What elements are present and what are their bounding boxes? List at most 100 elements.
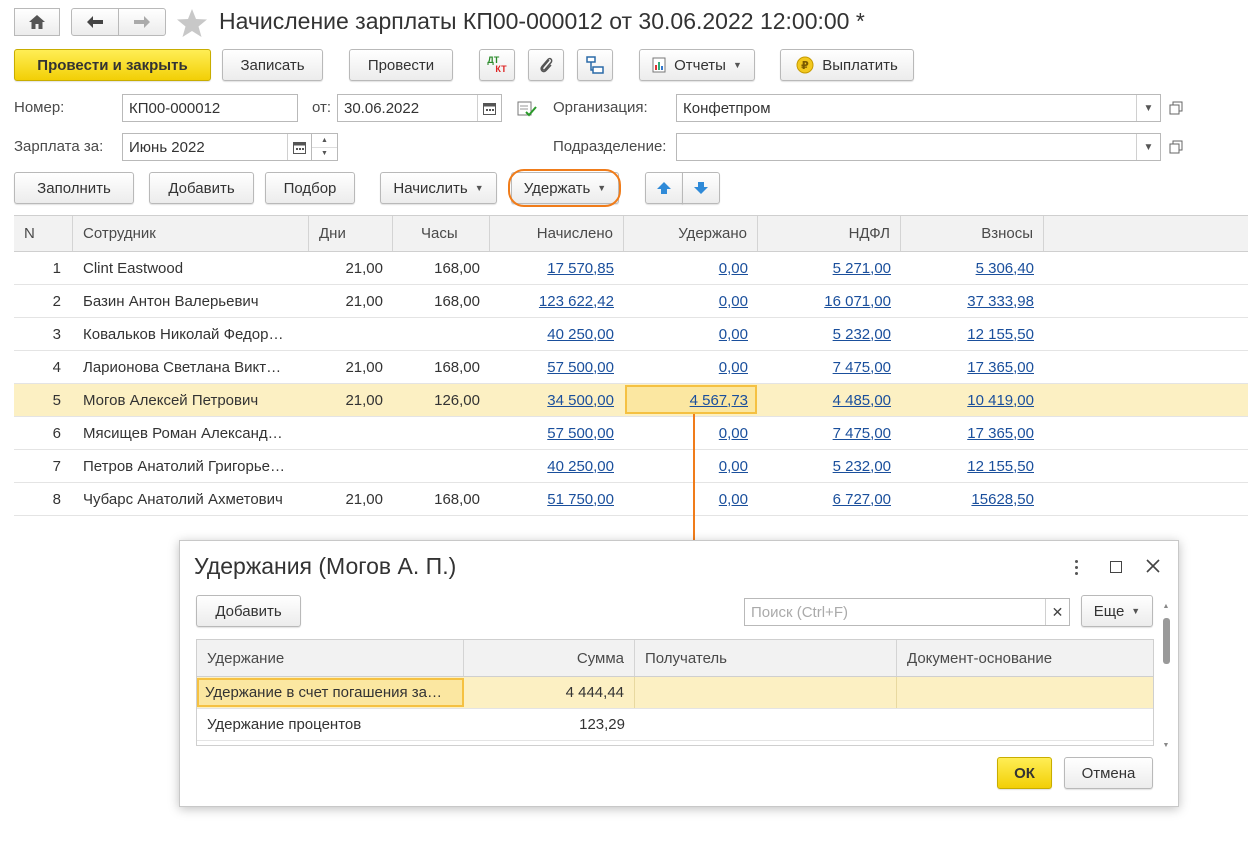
column-header-days[interactable]: Дни [309, 216, 393, 251]
cell-contributions[interactable]: 12 155,50 [901, 318, 1044, 350]
add-row-button[interactable]: Добавить [149, 172, 254, 204]
post-and-close-button[interactable]: Провести и закрыть [14, 49, 211, 81]
cell-ndfl-value[interactable]: 5 271,00 [833, 260, 891, 277]
cell-contributions-value[interactable]: 12 155,50 [967, 326, 1034, 343]
salary-period-field[interactable]: Июнь 2022 [122, 133, 312, 161]
select-button[interactable]: Подбор [265, 172, 355, 204]
cell-ndfl-value[interactable]: 5 232,00 [833, 458, 891, 475]
cell-withheld-value[interactable]: 0,00 [719, 458, 748, 475]
scroll-down-icon[interactable]: ▼ [1160, 742, 1172, 749]
cell-accrued-value[interactable]: 57 500,00 [547, 359, 614, 376]
column-header-employee[interactable]: Сотрудник [73, 216, 309, 251]
cell-accrued[interactable]: 57 500,00 [490, 417, 624, 449]
open-organization-icon[interactable] [1165, 97, 1187, 119]
forward-button[interactable] [118, 8, 166, 36]
cell-recipient[interactable] [635, 709, 897, 740]
dialog-search-input[interactable]: Поиск (Ctrl+F) ✕ [744, 598, 1070, 626]
cell-ndfl[interactable]: 7 475,00 [758, 351, 901, 383]
chevron-down-icon[interactable]: ▼ [1136, 95, 1160, 121]
back-button[interactable] [71, 8, 119, 36]
cell-ndfl-value[interactable]: 6 727,00 [833, 491, 891, 508]
cell-accrued[interactable]: 34 500,00 [490, 384, 624, 416]
cell-ndfl[interactable]: 5 232,00 [758, 450, 901, 482]
cell-withheld[interactable]: 0,00 [624, 252, 758, 284]
ok-button[interactable]: ОК [997, 757, 1052, 789]
cell-base-document[interactable] [897, 677, 1153, 708]
close-icon[interactable] [1146, 559, 1160, 573]
chevron-down-icon[interactable]: ▼ [312, 148, 337, 161]
column-header-withheld[interactable]: Удержано [624, 216, 758, 251]
document-check-icon[interactable] [516, 98, 538, 120]
cell-ndfl-value[interactable]: 5 232,00 [833, 326, 891, 343]
cell-contributions-value[interactable]: 17 365,00 [967, 425, 1034, 442]
cell-accrued[interactable]: 40 250,00 [490, 450, 624, 482]
cell-accrued-value[interactable]: 123 622,42 [539, 293, 614, 310]
cell-withholding[interactable]: Удержание в счет погашения за… [197, 678, 464, 707]
scrollbar-thumb[interactable] [1162, 618, 1170, 664]
cell-base-document[interactable] [897, 709, 1153, 740]
cell-contributions-value[interactable]: 5 306,40 [976, 260, 1034, 277]
cell-ndfl[interactable]: 5 232,00 [758, 318, 901, 350]
period-stepper[interactable]: ▲ ▼ [312, 133, 338, 161]
cell-withheld[interactable]: 0,00 [624, 318, 758, 350]
column-header-contributions[interactable]: Взносы [901, 216, 1044, 251]
cell-contributions[interactable]: 15628,50 [901, 483, 1044, 515]
cell-withheld-value[interactable]: 4 567,73 [690, 392, 748, 409]
save-button[interactable]: Записать [222, 49, 323, 81]
cell-accrued-value[interactable]: 17 570,85 [547, 260, 614, 277]
move-up-button[interactable] [645, 172, 683, 204]
scroll-up-icon[interactable]: ▲ [1160, 603, 1172, 610]
number-field[interactable]: КП00-000012 [122, 94, 298, 122]
cell-withheld-value[interactable]: 0,00 [719, 491, 748, 508]
column-header-n[interactable]: N [14, 216, 73, 251]
clear-search-icon[interactable]: ✕ [1045, 599, 1069, 625]
cell-ndfl[interactable]: 6 727,00 [758, 483, 901, 515]
pay-button[interactable]: ₽ Выплатить [780, 49, 914, 81]
column-header-base-document[interactable]: Документ-основание [897, 640, 1153, 676]
cell-contributions-value[interactable]: 12 155,50 [967, 458, 1034, 475]
cell-sum[interactable]: 123,29 [464, 709, 635, 740]
column-header-sum[interactable]: Сумма [464, 640, 635, 676]
cell-accrued-value[interactable]: 51 750,00 [547, 491, 614, 508]
column-header-recipient[interactable]: Получатель [635, 640, 897, 676]
cell-withheld-value[interactable]: 0,00 [719, 359, 748, 376]
column-header-ndfl[interactable]: НДФЛ [758, 216, 901, 251]
dialog-more-button[interactable]: Еще ▼ [1081, 595, 1153, 627]
chevron-down-icon[interactable]: ▼ [1136, 134, 1160, 160]
table-row[interactable]: 8 Чубарс Анатолий Ахметович 21,00 168,00 51 … [14, 483, 1248, 516]
cancel-button[interactable]: Отмена [1064, 757, 1153, 789]
cell-withheld[interactable]: 0,00 [624, 285, 758, 317]
cell-ndfl-value[interactable]: 4 485,00 [833, 392, 891, 409]
table-row[interactable]: 3 Ковальков Николай Федор… 40 250,00 0,00 5 … [14, 318, 1248, 351]
cell-contributions[interactable]: 17 365,00 [901, 351, 1044, 383]
dt-kt-button[interactable]: ДТ КТ [479, 49, 515, 81]
cell-contributions[interactable]: 10 419,00 [901, 384, 1044, 416]
list-item[interactable]: Удержание в счет погашения за… 4 444,44 [197, 677, 1153, 709]
cell-withheld-value[interactable]: 0,00 [719, 326, 748, 343]
cell-ndfl[interactable]: 5 271,00 [758, 252, 901, 284]
cell-ndfl-value[interactable]: 7 475,00 [833, 425, 891, 442]
cell-accrued-value[interactable]: 34 500,00 [547, 392, 614, 409]
dialog-add-button[interactable]: Добавить [196, 595, 301, 627]
cell-accrued[interactable]: 17 570,85 [490, 252, 624, 284]
cell-ndfl-value[interactable]: 16 071,00 [824, 293, 891, 310]
accrue-button[interactable]: Начислить ▼ [380, 172, 497, 204]
table-row[interactable]: 2 Базин Антон Валерьевич 21,00 168,00 123 62… [14, 285, 1248, 318]
column-header-hours[interactable]: Часы [393, 216, 490, 251]
cell-contributions[interactable]: 12 155,50 [901, 450, 1044, 482]
cell-contributions[interactable]: 5 306,40 [901, 252, 1044, 284]
cell-withholding[interactable]: Удержание процентов [197, 709, 464, 740]
cell-withheld-value[interactable]: 0,00 [719, 293, 748, 310]
cell-withheld[interactable]: 0,00 [624, 351, 758, 383]
department-field[interactable]: ▼ [676, 133, 1161, 161]
post-button[interactable]: Провести [349, 49, 453, 81]
table-row[interactable]: 1 Clint Eastwood 21,00 168,00 17 570,85 0,00 5… [14, 252, 1248, 285]
fill-button[interactable]: Заполнить [14, 172, 134, 204]
cell-recipient[interactable] [635, 677, 897, 708]
cell-contributions[interactable]: 17 365,00 [901, 417, 1044, 449]
calendar-icon[interactable] [287, 134, 311, 160]
date-field[interactable]: 30.06.2022 [337, 94, 502, 122]
chevron-up-icon[interactable]: ▲ [312, 134, 337, 148]
cell-withheld-value[interactable]: 0,00 [719, 260, 748, 277]
cell-accrued-value[interactable]: 40 250,00 [547, 326, 614, 343]
